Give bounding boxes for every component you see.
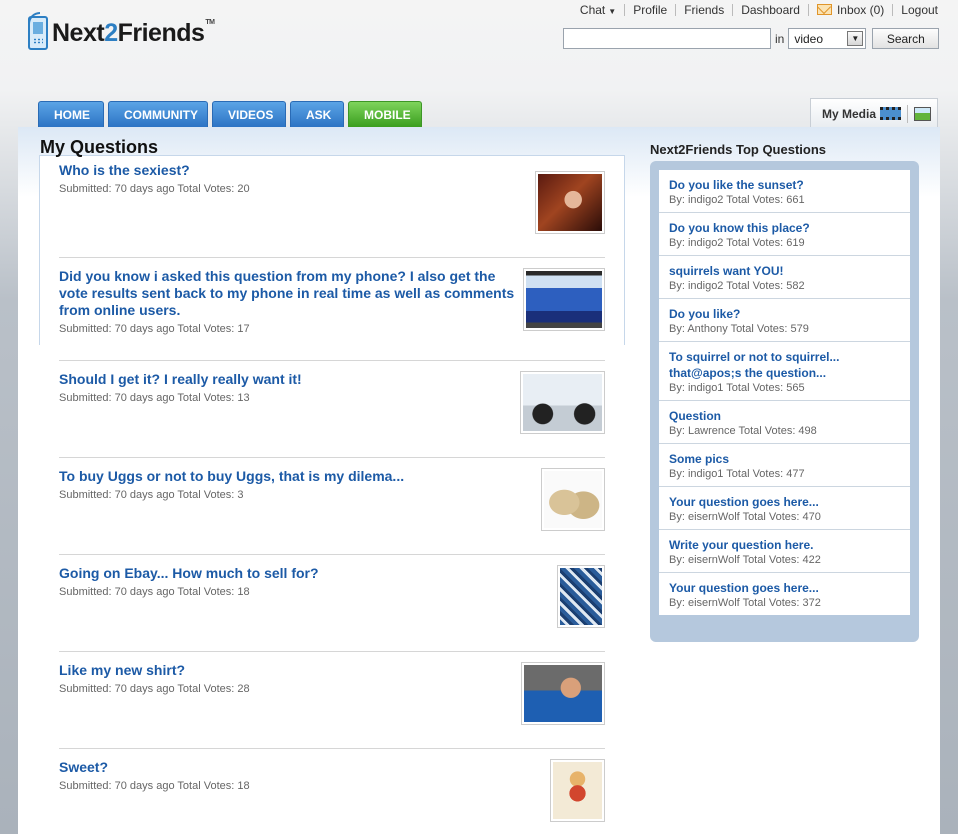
top-question-item: Some pics By: indigo1 Total Votes: 477 <box>659 444 910 487</box>
logout-link[interactable]: Logout <box>893 3 938 17</box>
friends-link[interactable]: Friends <box>676 3 732 17</box>
top-question-title[interactable]: Question <box>669 408 900 424</box>
top-question-title[interactable]: Some pics <box>669 451 900 467</box>
top-question-item: To squirrel or not to squirrel... that@a… <box>659 342 910 401</box>
inbox-link[interactable]: Inbox (0) <box>809 3 892 17</box>
top-question-meta: By: indigo2 Total Votes: 661 <box>669 194 805 206</box>
logo-text: Next2FriendsTM <box>52 18 215 47</box>
tab-ask[interactable]: ASK <box>290 101 344 127</box>
question-item: Should I get it? I really really want it… <box>59 361 605 458</box>
question-meta: Submitted: 70 days ago Total Votes: 20 <box>59 183 250 195</box>
question-title[interactable]: Who is the sexiest? <box>59 162 605 179</box>
question-item: Sweet? Submitted: 70 days ago Total Vote… <box>59 749 605 834</box>
top-question-title[interactable]: Do you like? <box>669 306 900 322</box>
search-type-select[interactable]: video ▼ <box>788 28 867 49</box>
phone-icon <box>28 12 48 50</box>
search-bar: in video ▼ Search <box>563 28 940 49</box>
question-title[interactable]: To buy Uggs or not to buy Uggs, that is … <box>59 458 605 485</box>
dropdown-arrow-icon: ▼ <box>847 31 864 46</box>
question-item: Who is the sexiest? Submitted: 70 days a… <box>59 162 605 258</box>
question-meta: Submitted: 70 days ago Total Votes: 3 <box>59 489 244 501</box>
top-question-item: Your question goes here... By: eisernWol… <box>659 573 910 615</box>
question-title[interactable]: Sweet? <box>59 749 605 776</box>
my-media-label: My Media <box>822 106 877 121</box>
search-button[interactable]: Search <box>872 28 940 49</box>
question-thumbnail[interactable] <box>521 662 605 725</box>
mail-icon <box>816 4 832 15</box>
top-question-title[interactable]: Do you know this place? <box>669 220 900 236</box>
question-thumbnail[interactable] <box>535 171 605 234</box>
site-logo[interactable]: Next2FriendsTM <box>28 12 215 54</box>
dashboard-link[interactable]: Dashboard <box>733 3 808 17</box>
question-thumbnail[interactable] <box>550 759 605 822</box>
top-questions-list: Do you like the sunset? By: indigo2 Tota… <box>659 170 910 615</box>
top-question-item: Your question goes here... By: eisernWol… <box>659 487 910 530</box>
top-question-meta: By: eisernWolf Total Votes: 372 <box>669 597 821 609</box>
tab-videos[interactable]: VIDEOS <box>212 101 286 127</box>
question-item: Going on Ebay... How much to sell for? S… <box>59 555 605 652</box>
top-question-title[interactable]: Your question goes here... <box>669 494 900 510</box>
top-question-item: squirrels want YOU! By: indigo2 Total Vo… <box>659 256 910 299</box>
tab-home[interactable]: HOME <box>38 101 104 127</box>
top-question-title[interactable]: squirrels want YOU! <box>669 263 900 279</box>
question-thumbnail[interactable] <box>541 468 605 531</box>
question-title[interactable]: Going on Ebay... How much to sell for? <box>59 555 605 582</box>
top-question-item: Do you like? By: Anthony Total Votes: 57… <box>659 299 910 342</box>
tab-community[interactable]: COMMUNITY <box>108 101 208 127</box>
top-question-meta: By: Anthony Total Votes: 579 <box>669 323 809 335</box>
top-question-title[interactable]: Your question goes here... <box>669 580 900 596</box>
chat-menu[interactable]: Chat ▼ <box>572 3 624 17</box>
top-question-meta: By: indigo1 Total Votes: 565 <box>669 382 805 394</box>
content-area: My Questions Who is the sexiest? Submitt… <box>18 127 940 834</box>
question-thumbnail[interactable] <box>520 371 605 434</box>
question-thumbnail[interactable] <box>557 565 605 628</box>
caret-down-icon: ▼ <box>608 7 617 16</box>
top-question-title[interactable]: To squirrel or not to squirrel... that@a… <box>669 349 900 381</box>
question-item: Did you know i asked this question from … <box>59 258 605 361</box>
main-tabs: HOME COMMUNITY VIDEOS ASK MOBILE <box>38 101 426 127</box>
tab-mobile[interactable]: MOBILE <box>348 101 422 127</box>
top-question-meta: By: Lawrence Total Votes: 498 <box>669 425 817 437</box>
top-question-item: Do you like the sunset? By: indigo2 Tota… <box>659 170 910 213</box>
top-question-meta: By: indigo2 Total Votes: 582 <box>669 280 805 292</box>
profile-link[interactable]: Profile <box>625 3 675 17</box>
top-question-meta: By: eisernWolf Total Votes: 422 <box>669 554 821 566</box>
top-question-meta: By: eisernWolf Total Votes: 470 <box>669 511 821 523</box>
search-in-label: in <box>775 31 785 46</box>
question-meta: Submitted: 70 days ago Total Votes: 18 <box>59 586 250 598</box>
top-question-title[interactable]: Do you like the sunset? <box>669 177 900 193</box>
question-item: Like my new shirt? Submitted: 70 days ag… <box>59 652 605 749</box>
top-question-title[interactable]: Write your question here. <box>669 537 900 553</box>
my-media-tab[interactable]: My Media <box>810 98 938 128</box>
search-input[interactable] <box>563 28 771 49</box>
top-question-item: Do you know this place? By: indigo2 Tota… <box>659 213 910 256</box>
question-thumbnail[interactable] <box>523 268 605 331</box>
image-icon[interactable] <box>914 106 932 121</box>
question-item: To buy Uggs or not to buy Uggs, that is … <box>59 458 605 555</box>
top-question-meta: By: indigo1 Total Votes: 477 <box>669 468 805 480</box>
top-navigation: Chat ▼ Profile Friends Dashboard Inbox (0… <box>572 3 938 17</box>
top-question-item: Write your question here. By: eisernWolf… <box>659 530 910 573</box>
question-meta: Submitted: 70 days ago Total Votes: 18 <box>59 780 250 792</box>
top-questions-panel: Do you like the sunset? By: indigo2 Tota… <box>650 161 919 642</box>
top-question-item: Question By: Lawrence Total Votes: 498 <box>659 401 910 444</box>
top-question-meta: By: indigo2 Total Votes: 619 <box>669 237 805 249</box>
page-title: My Questions <box>40 137 159 157</box>
film-icon[interactable] <box>880 107 902 120</box>
top-questions-title: Next2Friends Top Questions <box>650 142 827 157</box>
